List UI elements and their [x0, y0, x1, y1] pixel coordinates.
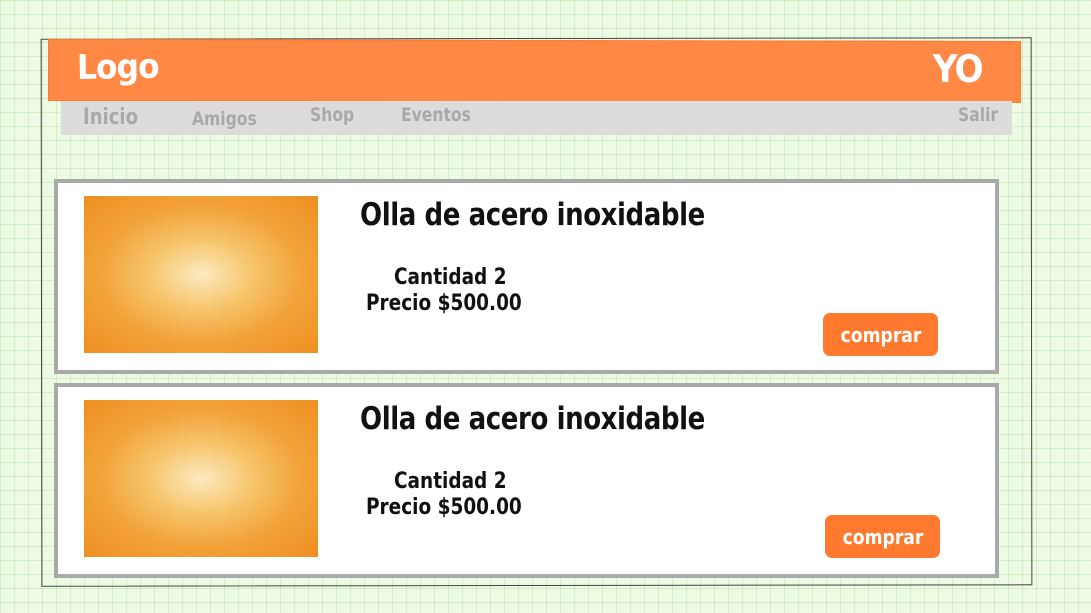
product-title: Olla de acero inoxidable [360, 401, 705, 437]
product-image[interactable] [84, 196, 318, 353]
user-menu[interactable]: YO [932, 47, 981, 91]
buy-button[interactable]: comprar [823, 313, 938, 356]
product-title: Olla de acero inoxidable [360, 197, 705, 233]
nav-item-eventos[interactable]: Eventos [401, 104, 471, 126]
product-quantity: Cantidad 2 [394, 265, 507, 290]
product-price: Precio $500.00 [366, 495, 522, 520]
product-card: Olla de acero inoxidable Cantidad 2 Prec… [54, 383, 999, 578]
nav-item-inicio[interactable]: Inicio [83, 105, 138, 130]
nav-item-amigos[interactable]: Amigos [192, 108, 257, 130]
nav-bar: Inicio Amigos Shop Eventos Salir [61, 101, 1012, 135]
header-bar: Logo YO [47, 38, 1022, 104]
logout-link[interactable]: Salir [958, 104, 998, 126]
product-quantity: Cantidad 2 [394, 469, 507, 494]
product-price: Precio $500.00 [366, 291, 522, 316]
buy-button-label: comprar [842, 524, 923, 549]
product-image[interactable] [84, 400, 318, 557]
buy-button-label: comprar [840, 322, 921, 347]
nav-item-shop[interactable]: Shop [310, 104, 354, 126]
product-card: Olla de acero inoxidable Cantidad 2 Prec… [54, 179, 999, 374]
buy-button[interactable]: comprar [825, 515, 940, 558]
logo[interactable]: Logo [77, 47, 159, 88]
